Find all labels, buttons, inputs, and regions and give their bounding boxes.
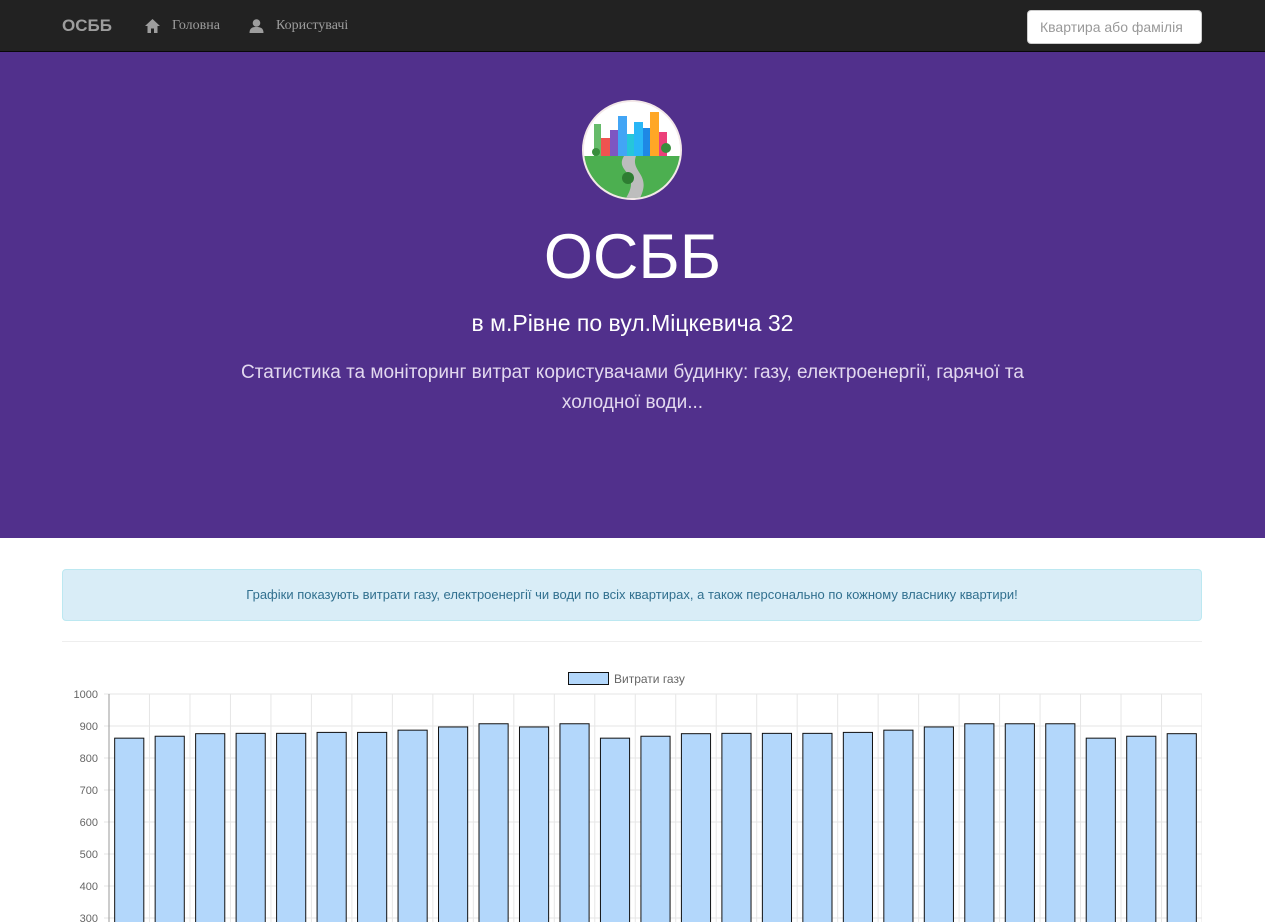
- gas-bar: [1045, 723, 1076, 922]
- home-icon: [145, 19, 160, 33]
- hero-subtitle: в м.Рівне по вул.Міцкевича 32: [471, 310, 794, 336]
- y-tick-label: 1000: [74, 689, 98, 701]
- city-logo: [582, 100, 682, 200]
- nav-item-users-label: Користувачі: [276, 18, 349, 33]
- gas-bar: [559, 723, 590, 922]
- city-illustration-icon: [584, 102, 680, 198]
- gas-bar: [397, 729, 428, 922]
- gas-bar: [640, 735, 671, 922]
- info-alert: Графіки показують витрати газу, електрое…: [62, 569, 1202, 621]
- nav-item-home-label: Головна: [172, 18, 220, 33]
- gas-bar: [478, 723, 509, 922]
- gas-bar: [1166, 733, 1197, 922]
- gas-bar: [1126, 735, 1157, 922]
- search-input[interactable]: [1027, 10, 1202, 44]
- hero-description: Статистика та моніторинг витрат користув…: [241, 362, 1024, 413]
- legend-swatch: [568, 672, 609, 685]
- nav-item-home[interactable]: Головна: [145, 18, 220, 34]
- gas-bar: [235, 732, 266, 922]
- gas-bar: [114, 737, 145, 922]
- gas-bar: [802, 732, 833, 922]
- gas-bar: [883, 729, 914, 922]
- gas-bar: [518, 726, 550, 922]
- gas-bar: [721, 732, 752, 922]
- user-icon: [249, 19, 264, 33]
- y-tick-label: 600: [80, 817, 98, 829]
- gas-bar: [1085, 737, 1116, 922]
- gas-bar: [316, 731, 347, 922]
- gas-consumption-chart: Витрати газу 1000 900 800 700 600 500 400 300: [74, 672, 1202, 922]
- y-tick-label: 800: [80, 753, 98, 765]
- y-tick-label: 900: [80, 721, 98, 733]
- legend-label: Витрати газу: [614, 672, 685, 686]
- gas-bar: [842, 731, 873, 922]
- gas-bar: [923, 726, 954, 922]
- gas-bar: [964, 723, 995, 922]
- gas-bar: [276, 732, 307, 922]
- gas-bar: [1004, 723, 1035, 922]
- y-tick-label: 500: [80, 849, 98, 861]
- gas-bar: [599, 737, 631, 922]
- hero-title: ОСББ: [543, 222, 722, 292]
- gas-bar: [438, 726, 469, 922]
- y-tick-label: 400: [80, 881, 98, 893]
- nav-item-users[interactable]: Користувачі: [249, 18, 348, 34]
- gas-bar: [154, 735, 185, 922]
- gas-bar: [761, 732, 793, 922]
- hero-section: ОСББ в м.Рівне по вул.Міцкевича 32 Стати…: [0, 52, 1265, 538]
- brand-link[interactable]: ОСББ: [62, 16, 112, 36]
- divider: [62, 641, 1202, 642]
- gas-bar: [357, 731, 388, 922]
- gas-bar: [680, 733, 712, 922]
- y-tick-label: 300: [80, 913, 98, 922]
- gas-bar: [195, 733, 226, 922]
- navbar: ОСББ Головна Користувачі: [0, 0, 1265, 52]
- y-tick-label: 700: [80, 785, 98, 797]
